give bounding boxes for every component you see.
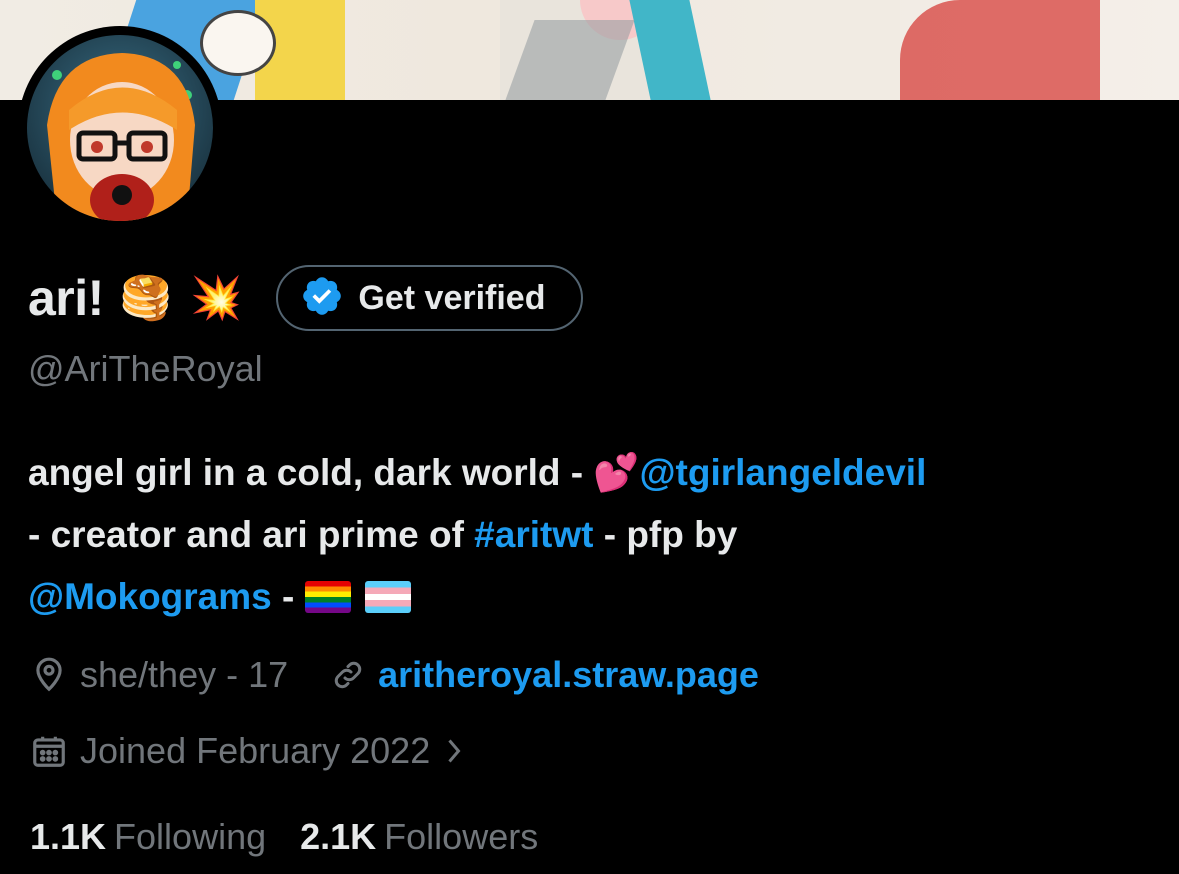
avatar-illustration	[47, 53, 195, 221]
location-text: she/they - 17	[80, 654, 289, 695]
following-stat[interactable]: 1.1K Following	[30, 816, 266, 858]
name-row: ari! 🥞 💥 Get verified	[28, 262, 584, 334]
hashtag-link[interactable]: #aritwt	[474, 514, 593, 555]
follow-stats: 1.1K Following 2.1K Followers	[30, 816, 538, 858]
website-link[interactable]: aritheroyal.straw.page	[378, 654, 759, 696]
avatar[interactable]	[27, 35, 213, 221]
followers-count: 2.1K	[300, 816, 377, 857]
chevron-right-icon	[442, 733, 466, 769]
calendar-icon	[30, 732, 68, 770]
joined-date: Joined February 2022	[80, 730, 431, 771]
location-pin-icon	[30, 656, 68, 694]
link-icon	[330, 657, 366, 693]
bio: angel girl in a cold, dark world - 💕@tgi…	[28, 442, 1158, 628]
username-handle: @AriTheRoyal	[28, 348, 263, 389]
get-verified-button[interactable]: Get verified	[276, 265, 584, 331]
followers-label: Followers	[384, 816, 539, 857]
bio-text: -	[271, 576, 305, 617]
profile-meta-row: she/they - 17 aritheroyal.straw.page	[30, 654, 759, 696]
bio-text: - pfp by	[593, 514, 738, 555]
display-name: ari!	[28, 270, 104, 326]
pancakes-emoji: 🥞	[119, 274, 173, 321]
bio-text: - creator and ari prime of	[28, 514, 475, 555]
avatar-frame[interactable]	[18, 26, 222, 230]
get-verified-label: Get verified	[358, 278, 546, 317]
verified-badge-icon	[300, 274, 344, 323]
joined-date-row[interactable]: Joined February 2022	[30, 730, 478, 772]
collision-emoji: 💥	[190, 274, 243, 321]
mention-link[interactable]: @tgirlangeldevil	[639, 452, 926, 493]
following-count: 1.1K	[30, 816, 107, 857]
bio-text: angel girl in a cold, dark world -	[28, 452, 594, 493]
mention-link[interactable]: @Mokograms	[28, 576, 272, 617]
rainbow-flag-icon	[304, 581, 351, 613]
transgender-flag-icon	[364, 581, 411, 613]
two-hearts-emoji: 💕	[593, 452, 640, 493]
following-label: Following	[114, 816, 267, 857]
followers-stat[interactable]: 2.1K Followers	[300, 816, 538, 858]
